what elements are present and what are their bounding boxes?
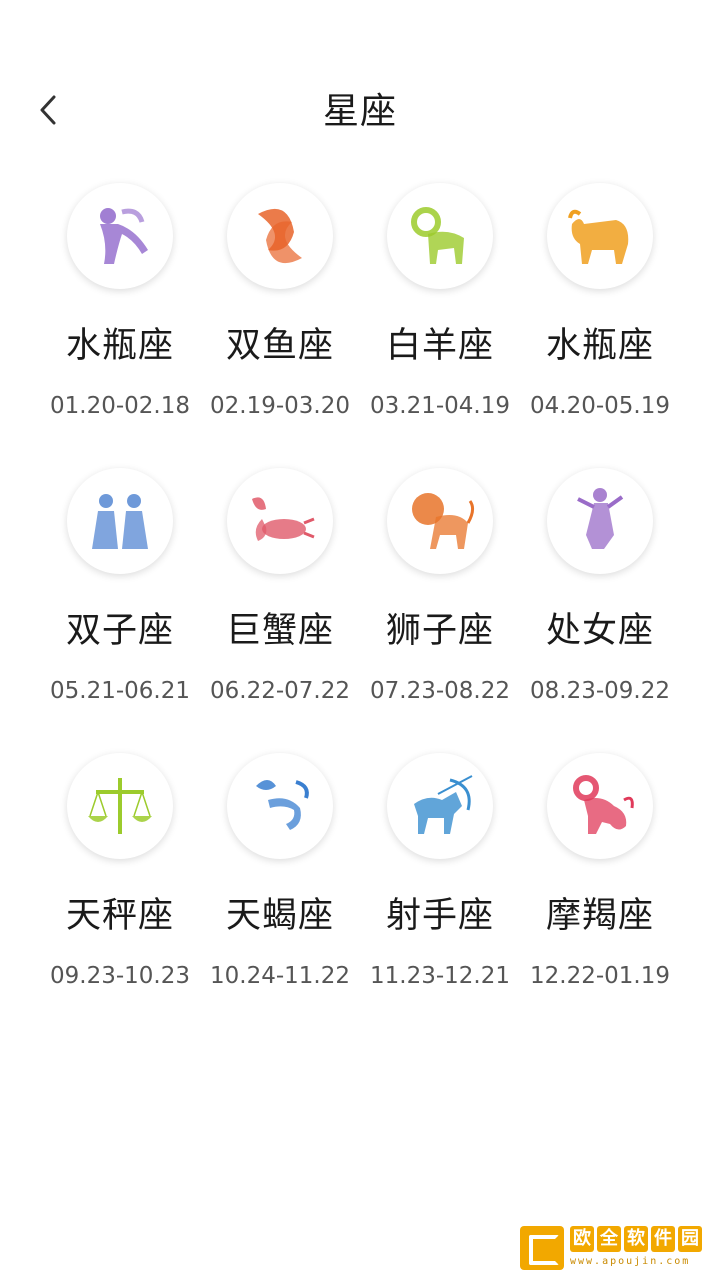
cancer-icon <box>252 497 315 541</box>
libra-icon <box>88 778 152 834</box>
aquarius-icon <box>100 208 148 264</box>
page-title: 星座 <box>322 91 397 132</box>
zodiac-icon-frame <box>67 753 173 859</box>
zodiac-name: 天蝎座 <box>225 896 334 936</box>
watermark-char: 园 <box>678 1226 702 1252</box>
zodiac-icon-frame <box>227 753 333 859</box>
zodiac-date-range: 05.21-06.21 <box>50 678 190 704</box>
zodiac-name: 双鱼座 <box>225 326 334 366</box>
zodiac-item[interactable]: 白羊座 03.21-04.19 <box>360 180 520 465</box>
taurus-icon <box>568 209 629 264</box>
zodiac-item[interactable]: 摩羯座 12.22-01.19 <box>520 750 680 1035</box>
zodiac-name: 水瓶座 <box>65 326 174 366</box>
zodiac-grid: 水瓶座 01.20-02.18 双鱼座 02.19-03.20 白羊座 03.2… <box>40 180 680 1035</box>
zodiac-date-range: 09.23-10.23 <box>50 963 190 989</box>
zodiac-date-range: 10.24-11.22 <box>210 963 350 989</box>
capricorn-icon <box>573 775 634 834</box>
zodiac-item[interactable]: 天蝎座 10.24-11.22 <box>200 750 360 1035</box>
zodiac-name: 天秤座 <box>65 896 174 936</box>
watermark-char: 欧 <box>570 1226 594 1252</box>
zodiac-item[interactable]: 处女座 08.23-09.22 <box>520 465 680 750</box>
zodiac-item[interactable]: 狮子座 07.23-08.22 <box>360 465 520 750</box>
zodiac-date-range: 02.19-03.20 <box>210 393 350 419</box>
watermark-char: 软 <box>624 1226 648 1252</box>
zodiac-date-range: 12.22-01.19 <box>530 963 670 989</box>
zodiac-icon-frame <box>227 183 333 289</box>
zodiac-name: 狮子座 <box>385 611 494 651</box>
leo-icon <box>412 493 475 549</box>
gemini-icon <box>92 494 148 549</box>
zodiac-icon-frame <box>67 468 173 574</box>
virgo-icon <box>577 488 624 549</box>
zodiac-item[interactable]: 天秤座 09.23-10.23 <box>40 750 200 1035</box>
zodiac-name: 白羊座 <box>385 326 494 366</box>
zodiac-item[interactable]: 巨蟹座 06.22-07.22 <box>200 465 360 750</box>
zodiac-item[interactable]: 水瓶座 01.20-02.18 <box>40 180 200 465</box>
zodiac-date-range: 03.21-04.19 <box>370 393 510 419</box>
zodiac-item[interactable]: 射手座 11.23-12.21 <box>360 750 520 1035</box>
zodiac-icon-frame <box>547 753 653 859</box>
top-bar: 星座 <box>0 60 720 156</box>
watermark-url: www.apoujin.com <box>570 1256 691 1267</box>
zodiac-date-range: 04.20-05.19 <box>530 393 670 419</box>
zodiac-icon-frame <box>67 183 173 289</box>
zodiac-date-range: 01.20-02.18 <box>50 393 190 419</box>
zodiac-item[interactable]: 水瓶座 04.20-05.19 <box>520 180 680 465</box>
zodiac-date-range: 06.22-07.22 <box>210 678 350 704</box>
watermark-logo: 欧 全 软 件 园 www.apoujin.com <box>518 1224 710 1274</box>
zodiac-icon-frame <box>547 183 653 289</box>
zodiac-date-range: 07.23-08.22 <box>370 678 510 704</box>
zodiac-name: 巨蟹座 <box>225 611 334 651</box>
pisces-icon <box>258 208 302 264</box>
zodiac-item[interactable]: 双子座 05.21-06.21 <box>40 465 200 750</box>
zodiac-icon-frame <box>547 468 653 574</box>
zodiac-name: 射手座 <box>385 896 494 936</box>
zodiac-name: 双子座 <box>65 611 174 651</box>
zodiac-item[interactable]: 双鱼座 02.19-03.20 <box>200 180 360 465</box>
zodiac-icon-frame <box>387 753 493 859</box>
sagittarius-icon <box>414 775 473 834</box>
zodiac-date-range: 11.23-12.21 <box>370 963 510 989</box>
zodiac-icon-frame <box>387 468 493 574</box>
zodiac-name: 水瓶座 <box>545 326 654 366</box>
zodiac-icon-frame <box>227 468 333 574</box>
zodiac-name: 摩羯座 <box>545 896 654 936</box>
watermark-icon <box>520 1226 564 1270</box>
watermark-text: 欧 全 软 件 园 <box>570 1226 702 1252</box>
watermark-char: 件 <box>651 1226 675 1252</box>
zodiac-icon-frame <box>387 183 493 289</box>
aries-icon <box>411 207 464 264</box>
watermark-char: 全 <box>597 1226 621 1252</box>
zodiac-name: 处女座 <box>545 611 654 651</box>
scorpio-icon <box>256 780 309 830</box>
zodiac-date-range: 08.23-09.22 <box>530 678 670 704</box>
